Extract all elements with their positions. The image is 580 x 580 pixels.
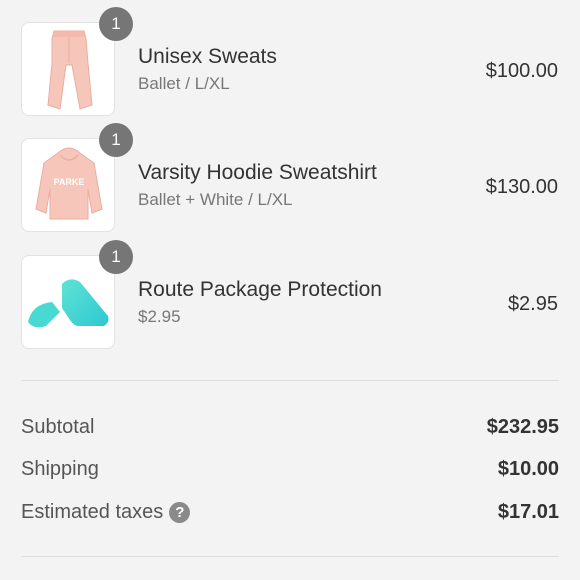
help-icon[interactable]: ? (169, 502, 191, 523)
item-name: Unisex Sweats (138, 45, 277, 68)
item-variant: $2.95 (138, 307, 181, 326)
order-summary: 1 Unisex Sweats Ballet / L/XL $100.00 PA… (0, 0, 580, 580)
line-item-varsity-hoodie: PARKE 1 Varsity Hoodie Sweatshirt Ballet… (0, 123, 580, 238)
item-variant: Ballet + White / L/XL (138, 190, 293, 209)
divider (21, 380, 559, 381)
subtotal-row: Subtotal $232.95 (21, 416, 559, 444)
item-price: $2.95 (507, 293, 558, 315)
quantity-badge: 1 (99, 240, 133, 274)
taxes-row: Estimated taxes? $17.01 (21, 501, 559, 529)
divider (21, 556, 559, 557)
taxes-label: Estimated taxes (21, 501, 164, 523)
shipping-value: $10.00 (497, 458, 559, 480)
svg-text:PARKE: PARKE (54, 177, 85, 187)
item-name: Route Package Protection (138, 278, 382, 301)
item-price: $130.00 (485, 176, 558, 198)
product-thumbnail-hoodie: PARKE (21, 138, 115, 232)
item-variant: Ballet / L/XL (138, 74, 230, 93)
taxes-value: $17.01 (497, 501, 559, 523)
line-item-route-protection: 1 Route Package Protection $2.95 $2.95 (0, 240, 580, 355)
product-thumbnail-route (21, 255, 115, 349)
subtotal-label: Subtotal (21, 416, 95, 438)
product-thumbnail-sweatpants (21, 22, 115, 116)
item-price: $100.00 (485, 60, 558, 82)
route-logo-image (28, 279, 109, 328)
shipping-row: Shipping $10.00 (21, 458, 559, 486)
quantity-badge: 1 (99, 123, 133, 157)
quantity-badge: 1 (99, 7, 133, 41)
line-item-unisex-sweats: 1 Unisex Sweats Ballet / L/XL $100.00 (0, 7, 580, 122)
pink-hoodie-image: PARKE (35, 147, 103, 220)
shipping-label: Shipping (21, 458, 99, 480)
subtotal-value: $232.95 (486, 416, 559, 438)
item-name: Varsity Hoodie Sweatshirt (138, 161, 377, 184)
taxes-label-wrap: Estimated taxes? (21, 501, 191, 524)
pink-sweatpants-image (47, 30, 93, 110)
